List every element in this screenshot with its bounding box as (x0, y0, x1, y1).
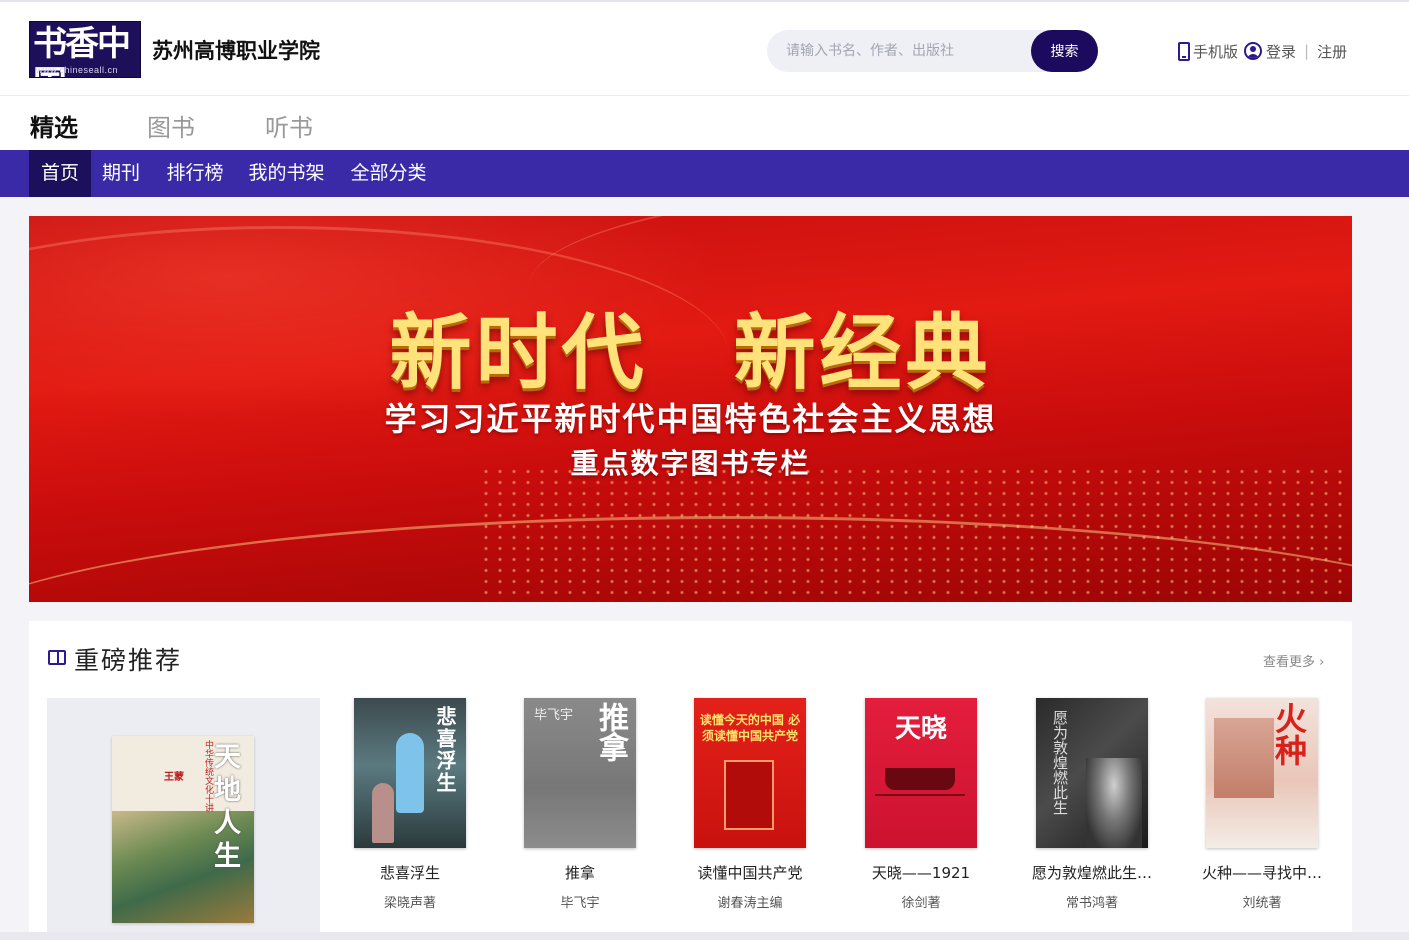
hero-banner[interactable]: 新时代 新经典 学习习近平新时代中国特色社会主义思想 重点数字图书专栏 (29, 216, 1352, 602)
book-card[interactable]: 读懂今天的中国 必须读懂中国共产党 读懂中国共产党 谢春涛主编 (665, 698, 835, 911)
banner-title: 新时代 新经典 (389, 305, 992, 401)
cover-figure (396, 733, 424, 813)
cover-book-graphic (724, 760, 774, 830)
cover-title: 天晓 (894, 714, 947, 744)
book-open-icon (48, 650, 66, 665)
chevron-right-icon: › (1319, 655, 1325, 670)
top-header: 书香中国 www.chineseall.cn 苏州高博职业学院 搜索 手机版 登… (0, 0, 1409, 96)
mobile-label: 手机版 (1193, 42, 1239, 61)
search-button[interactable]: 搜索 (1031, 30, 1098, 72)
book-cover: 天地人生 中华传统文化十讲 王蒙 (112, 736, 254, 923)
book-author: 梁晓声著 (383, 896, 436, 911)
book-cover: 读懂今天的中国 必须读懂中国共产党 (694, 698, 806, 848)
logo-url: www.chineseall.cn (36, 65, 119, 75)
cover-figure (372, 783, 394, 843)
phone-icon (1178, 41, 1190, 61)
link-separator: | (1304, 42, 1310, 60)
main-nav: 首页 期刊 排行榜 我的书架 全部分类 (0, 150, 1409, 197)
nav-journals[interactable]: 期刊 (91, 150, 151, 197)
banner-subtitle-2: 重点数字图书专栏 (570, 447, 811, 480)
nav-rankings[interactable]: 排行榜 (155, 150, 235, 197)
user-icon (1244, 42, 1263, 60)
tab-audiobooks[interactable]: 听书 (265, 108, 313, 143)
top-links: 手机版 登录 | 注册 (1178, 40, 1347, 62)
book-author: 徐剑著 (901, 896, 941, 911)
cover-portrait (1086, 758, 1142, 848)
section-title: 重磅推荐 (74, 646, 183, 675)
book-title: 天晓——1921 (871, 864, 971, 882)
cover-title: 愿为敦煌燃此生 (1051, 710, 1069, 815)
book-card[interactable]: 悲喜浮生 悲喜浮生 梁晓声著 (325, 698, 495, 911)
book-title: 愿为敦煌燃此生… (1031, 864, 1152, 882)
book-author: 常书鸿著 (1065, 896, 1118, 911)
book-title: 悲喜浮生 (379, 864, 440, 882)
cover-boat (885, 768, 955, 790)
cover-title: 悲喜浮生 (433, 706, 457, 794)
book-title: 读懂中国共产党 (697, 864, 803, 882)
site-logo[interactable]: 书香中国 www.chineseall.cn (29, 21, 141, 78)
book-cover: 推拿 毕飞宇 (524, 698, 636, 848)
book-author: 毕飞宇 (560, 896, 600, 911)
login-label: 登录 (1266, 42, 1297, 61)
book-title: 火种——寻找中… (1201, 864, 1322, 882)
cover-author: 毕飞宇 (534, 708, 574, 723)
nav-my-bookshelf[interactable]: 我的书架 (239, 150, 334, 197)
book-title: 推拿 (564, 864, 595, 882)
nav-home[interactable]: 首页 (29, 150, 91, 197)
register-label: 注册 (1317, 42, 1348, 61)
tab-books[interactable]: 图书 (147, 108, 195, 143)
scroll-edge (0, 932, 1409, 940)
search-input[interactable] (767, 30, 1031, 72)
mode-tabs: 精选 图书 听书 (0, 96, 1409, 150)
book-cover: 天晓 (865, 698, 977, 848)
banner-sparkles (479, 466, 1352, 602)
book-cover: 悲喜浮生 (354, 698, 466, 848)
cover-series: 中华传统文化十讲 (203, 740, 213, 812)
cover-water-line (875, 794, 965, 796)
login-link[interactable]: 登录 (1238, 41, 1296, 62)
search-box: 搜索 (767, 30, 1098, 72)
tab-selected[interactable]: 精选 (30, 108, 78, 143)
mobile-version-link[interactable]: 手机版 (1178, 41, 1238, 62)
book-card[interactable]: 天晓 天晓——1921 徐剑著 (836, 698, 1006, 911)
recommend-section: 重磅推荐 查看更多 › 天地人生 中华传统文化十讲 王蒙 悲喜浮生 悲喜浮生 梁… (29, 621, 1352, 940)
banner-subtitle: 学习习近平新时代中国特色社会主义思想 (384, 400, 997, 438)
featured-book[interactable]: 天地人生 中华传统文化十讲 王蒙 (47, 698, 320, 940)
book-card[interactable]: 火种 火种——寻找中… 刘统著 (1177, 698, 1347, 911)
nav-all-categories[interactable]: 全部分类 (340, 150, 437, 197)
book-author: 谢春涛主编 (717, 896, 783, 911)
cover-title: 推拿 (593, 702, 628, 762)
register-link[interactable]: 注册 (1317, 41, 1347, 62)
cover-title: 读懂今天的中国 必须读懂中国共产党 (699, 713, 801, 743)
book-author: 刘统著 (1242, 896, 1282, 911)
view-more-link[interactable]: 查看更多 › (1263, 651, 1324, 670)
book-cover: 愿为敦煌燃此生 (1036, 698, 1148, 848)
book-card[interactable]: 推拿 毕飞宇 推拿 毕飞宇 (495, 698, 665, 911)
view-more-label: 查看更多 (1263, 655, 1316, 670)
cover-title: 火种 (1270, 702, 1308, 766)
cover-author: 王蒙 (164, 772, 184, 783)
book-cover: 火种 (1206, 698, 1318, 848)
cover-photo (1214, 718, 1274, 798)
book-card[interactable]: 愿为敦煌燃此生 愿为敦煌燃此生… 常书鸿著 (1007, 698, 1177, 911)
school-name: 苏州高博职业学院 (152, 38, 320, 63)
